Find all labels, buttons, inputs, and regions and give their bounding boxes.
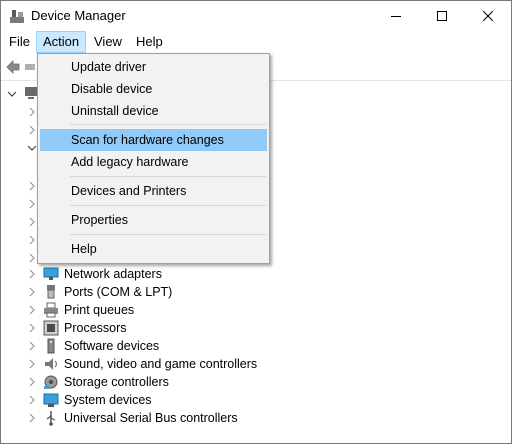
- menu-item-label: Help: [71, 242, 97, 256]
- menu-action[interactable]: Action: [36, 31, 87, 53]
- maximize-button[interactable]: [419, 1, 465, 31]
- storage-controller-icon: [44, 375, 58, 389]
- menu-separator: [70, 234, 266, 235]
- tree-item-label: Universal Serial Bus controllers: [64, 411, 238, 425]
- chevron-right-icon[interactable]: [27, 287, 37, 297]
- menu-item-label: Scan for hardware changes: [71, 133, 224, 147]
- menu-bar: File Action View Help: [1, 31, 511, 53]
- tree-item-label: Sound, video and game controllers: [64, 357, 258, 371]
- maximize-icon: [437, 11, 447, 21]
- menu-item-label: Disable device: [71, 82, 153, 96]
- menu-item-add-legacy-hardware[interactable]: Add legacy hardware: [40, 151, 267, 173]
- minimize-icon: [391, 16, 401, 17]
- action-menu-dropdown: Update driver Disable device Uninstall d…: [37, 53, 270, 264]
- menu-item-label: Properties: [71, 213, 128, 227]
- minimize-button[interactable]: [373, 1, 419, 31]
- chevron-right-icon[interactable]: [27, 269, 37, 279]
- device-manager-window: Device Manager File Action View Help Net…: [0, 0, 512, 444]
- chevron-right-icon[interactable]: [27, 341, 37, 351]
- software-device-icon: [47, 338, 55, 354]
- menu-item-disable-device[interactable]: Disable device: [40, 78, 267, 100]
- tree-item-label: Network adapters: [64, 267, 162, 281]
- chevron-right-icon[interactable]: [27, 125, 37, 135]
- chevron-right-icon[interactable]: [27, 395, 37, 405]
- speaker-icon: [45, 358, 58, 370]
- title-bar[interactable]: Device Manager: [1, 1, 511, 31]
- menu-separator: [70, 176, 266, 177]
- tree-item-label: Software devices: [64, 339, 160, 353]
- menu-item-scan-hardware[interactable]: Scan for hardware changes: [40, 129, 267, 151]
- menu-separator: [70, 205, 266, 206]
- chevron-right-icon[interactable]: [27, 359, 37, 369]
- usb-icon: [46, 411, 56, 426]
- chevron-right-icon[interactable]: [27, 107, 37, 117]
- menu-file[interactable]: File: [3, 32, 36, 52]
- processor-icon: [43, 320, 59, 336]
- menu-item-update-driver[interactable]: Update driver: [40, 56, 267, 78]
- menu-item-help[interactable]: Help: [40, 238, 267, 260]
- printer-icon: [44, 302, 58, 318]
- menu-separator: [70, 124, 266, 125]
- forward-arrow-icon[interactable]: [25, 62, 35, 72]
- menu-item-label: Update driver: [71, 60, 147, 74]
- chevron-right-icon[interactable]: [27, 253, 37, 263]
- tree-item-label: Ports (COM & LPT): [64, 285, 173, 299]
- back-arrow-icon[interactable]: [5, 59, 21, 75]
- chevron-right-icon[interactable]: [27, 323, 37, 333]
- chevron-right-icon[interactable]: [27, 199, 37, 209]
- close-button[interactable]: [465, 1, 511, 31]
- menu-item-devices-printers[interactable]: Devices and Printers: [40, 180, 267, 202]
- chevron-down-icon[interactable]: [27, 143, 37, 153]
- tree-item-label: Print queues: [64, 303, 135, 317]
- chevron-right-icon[interactable]: [27, 181, 37, 191]
- port-icon: [47, 285, 55, 299]
- menu-item-label: Add legacy hardware: [71, 155, 189, 169]
- menu-item-label: Uninstall device: [71, 104, 159, 118]
- chevron-down-icon[interactable]: [7, 89, 17, 99]
- menu-item-properties[interactable]: Properties: [40, 209, 267, 231]
- network-adapter-icon: [43, 267, 59, 280]
- chevron-right-icon[interactable]: [27, 217, 37, 227]
- tree-item-label: Processors: [64, 321, 127, 335]
- system-device-icon: [43, 393, 59, 407]
- menu-item-label: Devices and Printers: [71, 184, 187, 198]
- chevron-right-icon[interactable]: [27, 305, 37, 315]
- tree-item-label: System devices: [64, 393, 152, 407]
- chevron-right-icon[interactable]: [27, 413, 37, 423]
- device-manager-app-icon: [10, 10, 24, 23]
- chevron-right-icon[interactable]: [27, 377, 37, 387]
- window-title: Device Manager: [31, 8, 126, 23]
- chevron-right-icon[interactable]: [27, 235, 37, 245]
- tree-item-label: Storage controllers: [64, 375, 169, 389]
- close-icon: [482, 10, 494, 22]
- menu-item-uninstall-device[interactable]: Uninstall device: [40, 100, 267, 122]
- menu-help[interactable]: Help: [130, 32, 169, 52]
- menu-view[interactable]: View: [88, 32, 128, 52]
